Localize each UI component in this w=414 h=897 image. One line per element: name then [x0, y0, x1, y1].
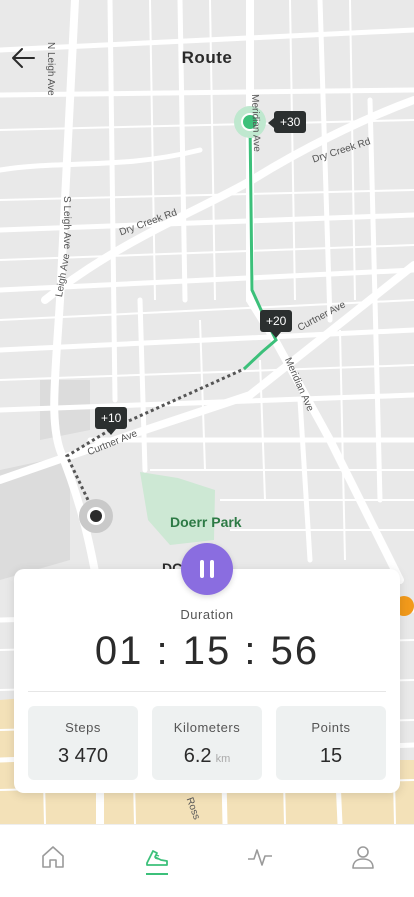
page-title: Route — [181, 48, 233, 67]
active-tab-indicator — [146, 873, 168, 875]
park-label: Doerr Park — [170, 514, 242, 530]
user-icon — [352, 846, 374, 869]
stat-value: 15 — [276, 745, 386, 768]
divider — [28, 691, 386, 692]
stat-points: Points 15 — [276, 706, 386, 780]
street-label: Meridian Ave — [249, 94, 263, 152]
pause-icon — [210, 560, 214, 578]
header: Route — [0, 0, 414, 90]
tab-stats[interactable] — [240, 839, 280, 879]
street-label: S Leigh Ave — [61, 196, 72, 250]
stat-unit: km — [215, 753, 231, 765]
stat-value: 6.2 km — [152, 745, 262, 768]
pause-icon — [200, 560, 204, 578]
home-icon — [42, 846, 64, 868]
pulse-icon — [248, 849, 272, 866]
tab-bar — [0, 824, 414, 897]
stat-number: 15 — [319, 745, 343, 767]
point-marker-30[interactable]: +30 — [267, 111, 307, 133]
stat-number: 3 470 — [57, 745, 109, 767]
pause-button[interactable] — [181, 543, 233, 595]
stat-number: 6.2 — [183, 745, 212, 767]
tab-home[interactable] — [33, 839, 73, 879]
tab-profile[interactable] — [343, 839, 383, 879]
stat-value: 3 470 — [28, 745, 138, 768]
workout-summary-card: Duration 01 : 15 : 56 Steps 3 470 Kilome… — [14, 569, 400, 793]
tab-activity[interactable] — [137, 839, 177, 879]
stat-steps: Steps 3 470 — [28, 706, 138, 780]
point-marker-10[interactable]: +10 — [95, 407, 128, 435]
running-shoe-icon — [146, 850, 168, 866]
stat-kilometers: Kilometers 6.2 km — [152, 706, 262, 780]
stat-label: Kilometers — [173, 720, 241, 735]
duration-label: Duration — [180, 607, 234, 622]
stat-label: Steps — [65, 720, 101, 735]
stat-label: Points — [311, 720, 351, 735]
point-marker-20[interactable]: +20 — [260, 310, 293, 338]
duration-value: 01 : 15 : 56 — [94, 629, 320, 673]
